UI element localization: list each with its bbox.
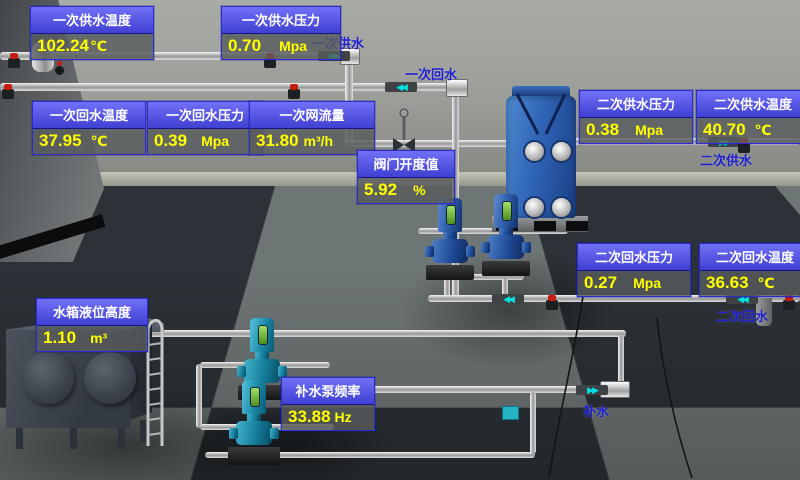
kpi-secondary-supply-temp[interactable]: 二次供水温度 40.70℃: [696, 90, 800, 144]
kpi-tank-level[interactable]: 水箱液位高度 1.10m³: [36, 298, 148, 352]
hmi-plant-screen: ▶▶ ◀◀ ▶▶ ◀◀ ◀◀ ▶▶: [0, 0, 800, 480]
kpi-title: 二次回水压力: [578, 244, 690, 271]
kpi-title: 一次网流量: [250, 102, 374, 129]
valve-icon: [783, 300, 795, 301]
circulation-pump-2: [482, 194, 530, 276]
flow-arrow-left-icon: ◀◀: [492, 294, 524, 304]
kpi-value: 0.38Mpa: [580, 118, 692, 143]
label-secondary-supply: 二次供水: [700, 150, 752, 169]
kpi-value: 0.70Mpa: [222, 34, 340, 59]
kpi-title: 补水泵频率: [282, 378, 374, 405]
tank-hatch: [84, 352, 136, 404]
hx-port: [550, 196, 573, 219]
valve-icon: [2, 89, 14, 90]
hx-foot: [566, 221, 588, 231]
kpi-value: 102.24℃: [31, 34, 153, 59]
kpi-primary-return-temp[interactable]: 一次回水温度 37.95℃: [32, 101, 146, 155]
pump-loop-pipe-left: [196, 364, 202, 428]
kpi-title: 一次回水压力: [148, 102, 262, 129]
circulation-pump-1: [426, 198, 474, 280]
bottom-pipe-riser: [530, 392, 536, 454]
kpi-secondary-return-pressure[interactable]: 二次回水压力 0.27Mpa: [577, 243, 691, 297]
kpi-value: 1.10m³: [37, 326, 147, 351]
kpi-primary-flow[interactable]: 一次网流量 31.80m³/h: [249, 101, 375, 155]
kpi-value: 36.63℃: [700, 271, 800, 296]
tank-leg: [118, 427, 125, 449]
kpi-secondary-return-temp[interactable]: 二次回水温度 36.63℃: [699, 243, 800, 297]
kpi-valve-opening[interactable]: 阀门开度值 5.92%: [357, 150, 455, 204]
valve-icon: [288, 89, 300, 90]
kpi-title: 二次供水温度: [697, 91, 800, 118]
kpi-value: 37.95℃: [33, 129, 145, 154]
kpi-makeup-pump-frequency[interactable]: 补水泵频率 33.88Hz: [281, 377, 375, 431]
label-makeup-water: 补水: [583, 401, 609, 420]
tank-leg: [70, 427, 77, 449]
kpi-primary-supply-pressure[interactable]: 一次供水压力 0.70Mpa: [221, 6, 341, 60]
kpi-title: 一次供水压力: [222, 7, 340, 34]
kpi-title: 一次回水温度: [33, 102, 145, 129]
tank-leg: [16, 427, 23, 449]
kpi-value: 5.92%: [358, 178, 454, 203]
tank-leg: [140, 420, 147, 442]
kpi-value: 33.88Hz: [282, 405, 374, 430]
tank-outlet-pipe: [140, 330, 626, 337]
kpi-secondary-supply-pressure[interactable]: 二次供水压力 0.38Mpa: [579, 90, 693, 144]
label-primary-return: 一次回水: [405, 64, 457, 83]
pipe-instrument-box: [502, 406, 519, 420]
kpi-value: 0.27Mpa: [578, 271, 690, 296]
kpi-title: 一次供水温度: [31, 7, 153, 34]
kpi-value: 0.39Mpa: [148, 129, 262, 154]
flow-arrow-right-icon: ▶▶: [576, 385, 608, 395]
kpi-title: 二次回水温度: [700, 244, 800, 271]
valve-icon: [8, 58, 20, 59]
valve-icon: [546, 300, 558, 301]
kpi-value: 31.80m³/h: [250, 129, 374, 154]
kpi-primary-return-pressure[interactable]: 一次回水压力 0.39Mpa: [147, 101, 263, 155]
kpi-title: 阀门开度值: [358, 151, 454, 178]
pressure-instrument-icon: [55, 66, 64, 75]
makeup-pump-2: [228, 380, 280, 465]
hx-port: [550, 140, 573, 163]
hx-port: [523, 140, 546, 163]
hx-foot: [534, 221, 556, 231]
kpi-primary-supply-temp[interactable]: 一次供水温度 102.24℃: [30, 6, 154, 60]
label-secondary-return: 二次回水: [716, 306, 768, 325]
flow-arrow-left-icon: ◀◀: [385, 82, 417, 92]
kpi-title: 水箱液位高度: [37, 299, 147, 326]
tank-hatch: [22, 352, 74, 404]
kpi-title: 二次供水压力: [580, 91, 692, 118]
kpi-value: 40.70℃: [697, 118, 800, 143]
